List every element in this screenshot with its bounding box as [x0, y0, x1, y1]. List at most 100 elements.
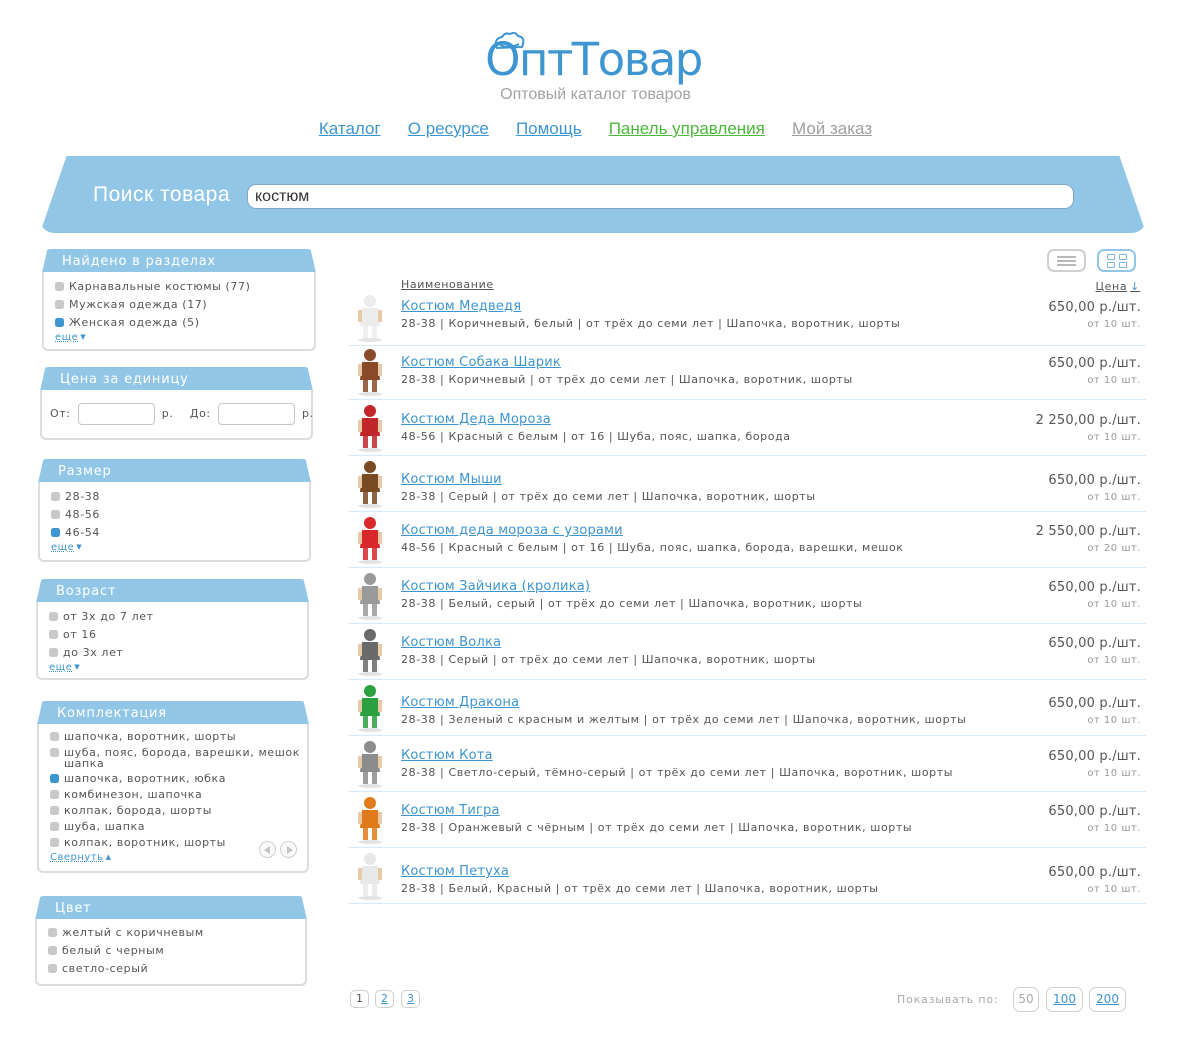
product-name-link[interactable]: Костюм Зайчика (кролика)	[401, 579, 590, 594]
filter-option[interactable]: колпак, борода, шорты	[50, 805, 301, 816]
collapse-link[interactable]: Свернуть ▲	[50, 852, 111, 863]
nav-about[interactable]: О ресурсе	[408, 119, 489, 138]
product-min-quantity: от 10 шт.	[1087, 823, 1141, 834]
filter-option[interactable]: комбинезон, шапочка	[50, 789, 301, 800]
product-name-link[interactable]: Костюм деда мороза с узорами	[401, 523, 623, 538]
product-name-link[interactable]: Костюм Волка	[401, 635, 501, 650]
checkbox-icon[interactable]	[50, 806, 59, 815]
product-row[interactable]: Костюм Собака Шарик 28-38 | Коричневый | …	[348, 344, 1146, 400]
product-min-quantity: от 10 шт.	[1087, 599, 1141, 610]
arrow-right-icon[interactable]	[280, 841, 297, 858]
product-thumbnail[interactable]	[348, 515, 392, 565]
product-row[interactable]: Костюм Медведя 28-38 | Коричневый, белый …	[348, 290, 1146, 346]
nav-catalog[interactable]: Каталог	[319, 119, 381, 138]
product-thumbnail[interactable]	[348, 795, 392, 845]
filter-option[interactable]: белый с черным	[48, 945, 299, 956]
checkbox-icon[interactable]	[49, 630, 58, 639]
per-page-option[interactable]: 200	[1089, 987, 1126, 1012]
checkbox-icon[interactable]	[50, 790, 59, 799]
product-row[interactable]: Костюм Мыши 28-38 | Серый | от трёх до се…	[348, 456, 1146, 512]
product-row[interactable]: Костюм Тигра 28-38 | Оранжевый с чёрным |…	[348, 792, 1146, 848]
filter-option[interactable]: до 3х лет	[49, 647, 301, 658]
checkbox-icon[interactable]	[50, 732, 59, 741]
checkbox-icon[interactable]	[55, 300, 64, 309]
filter-option[interactable]: 28-38	[51, 491, 303, 502]
nav-my-order[interactable]: Мой заказ	[792, 119, 872, 138]
checkbox-checked-icon[interactable]	[55, 318, 64, 327]
product-thumbnail[interactable]	[348, 459, 392, 509]
filter-kit-title: Комплектация	[37, 701, 309, 725]
product-thumbnail[interactable]	[348, 683, 392, 733]
product-row[interactable]: Костюм Зайчика (кролика) 28-38 | Белый, с…	[348, 568, 1146, 624]
product-row[interactable]: Костюм Кота 28-38 | Светло-серый, тёмно-с…	[348, 736, 1146, 792]
arrow-left-icon[interactable]	[259, 841, 276, 858]
product-name-link[interactable]: Костюм Дракона	[401, 695, 519, 710]
product-row[interactable]: Костюм Дракона 28-38 | Зеленый с красным …	[348, 680, 1146, 736]
product-thumbnail[interactable]	[348, 293, 392, 343]
product-row[interactable]: Костюм Волка 28-38 | Серый | от трёх до с…	[348, 624, 1146, 680]
grid-view-button[interactable]	[1097, 249, 1136, 272]
product-min-quantity: от 10 шт.	[1087, 319, 1141, 330]
product-row[interactable]: Костюм Деда Мороза 48-56 | Красный с белы…	[348, 400, 1146, 456]
nav-control-panel[interactable]: Панель управления	[609, 119, 765, 138]
product-thumbnail[interactable]	[348, 571, 392, 621]
page-link[interactable]: 3	[401, 990, 420, 1008]
logo[interactable]: ОптТовар	[0, 30, 1191, 90]
product-thumbnail[interactable]	[348, 403, 392, 453]
product-thumbnail[interactable]	[348, 347, 392, 397]
product-name-link[interactable]: Костюм Петуха	[401, 864, 509, 879]
filter-option[interactable]: желтый с коричневым	[48, 927, 299, 938]
nav-help[interactable]: Помощь	[516, 119, 582, 138]
filter-option[interactable]: шапочка, воротник, шорты	[50, 731, 301, 742]
filter-option[interactable]: от 3х до 7 лет	[49, 611, 301, 622]
product-description: 48-56 | Красный с белым | от 16 | Шуба, …	[401, 541, 904, 554]
filter-option[interactable]: Мужская одежда (17)	[55, 299, 308, 310]
checkbox-icon[interactable]	[50, 822, 59, 831]
product-name-link[interactable]: Костюм Мыши	[401, 472, 502, 487]
filter-option[interactable]: шуба, шапка	[50, 821, 301, 832]
filter-option[interactable]: Карнавальные костюмы (77)	[55, 281, 308, 292]
product-row[interactable]: Костюм деда мороза с узорами 48-56 | Крас…	[348, 512, 1146, 568]
checkbox-checked-icon[interactable]	[51, 528, 60, 537]
product-name-link[interactable]: Костюм Медведя	[401, 299, 521, 314]
filter-option[interactable]: шапочка, воротник, юбка	[50, 773, 301, 784]
filter-sections-title: Найдено в разделах	[42, 249, 316, 273]
per-page-option[interactable]: 100	[1046, 987, 1083, 1012]
checkbox-icon[interactable]	[51, 510, 60, 519]
product-name-link[interactable]: Костюм Кота	[401, 748, 493, 763]
checkbox-checked-icon[interactable]	[50, 774, 59, 783]
product-thumbnail[interactable]	[348, 739, 392, 789]
checkbox-icon[interactable]	[49, 612, 58, 621]
price-from-input[interactable]	[77, 403, 155, 425]
checkbox-icon[interactable]	[48, 946, 57, 955]
checkbox-icon[interactable]	[51, 492, 60, 501]
filter-option[interactable]: светло-серый	[48, 963, 299, 974]
checkbox-icon[interactable]	[50, 838, 59, 847]
product-name-link[interactable]: Костюм Тигра	[401, 803, 500, 818]
product-name-link[interactable]: Костюм Собака Шарик	[401, 355, 561, 370]
list-view-button[interactable]	[1047, 249, 1086, 272]
checkbox-icon[interactable]	[48, 964, 57, 973]
filter-option[interactable]: 48-56	[51, 509, 303, 520]
checkbox-icon[interactable]	[55, 282, 64, 291]
filter-option[interactable]: 46-54	[51, 527, 303, 538]
checkbox-icon[interactable]	[50, 748, 59, 757]
per-page-option[interactable]: 50	[1013, 987, 1039, 1012]
page-link[interactable]: 2	[375, 990, 394, 1008]
filter-option[interactable]: от 16	[49, 629, 301, 640]
checkbox-icon[interactable]	[49, 648, 58, 657]
product-thumbnail[interactable]	[348, 627, 392, 677]
page-link[interactable]: 1	[350, 990, 369, 1008]
product-row[interactable]: Костюм Петуха 28-38 | Белый, Красный | от…	[348, 848, 1146, 904]
more-link[interactable]: еще ▼	[55, 332, 86, 343]
price-to-input[interactable]	[217, 403, 295, 425]
filter-option[interactable]: Женская одежда (5)	[55, 317, 308, 328]
product-thumbnail[interactable]	[348, 851, 392, 901]
filter-option[interactable]: шуба, пояс, борода, варешки, мешок шапка	[50, 747, 301, 769]
more-link[interactable]: еще ▼	[51, 542, 82, 553]
more-link[interactable]: еще ▼	[49, 662, 80, 673]
product-name-link[interactable]: Костюм Деда Мороза	[401, 412, 551, 427]
search-input[interactable]: костюм	[247, 184, 1074, 209]
checkbox-icon[interactable]	[48, 928, 57, 937]
product-price: 2 550,00 р./шт.	[1035, 524, 1141, 539]
